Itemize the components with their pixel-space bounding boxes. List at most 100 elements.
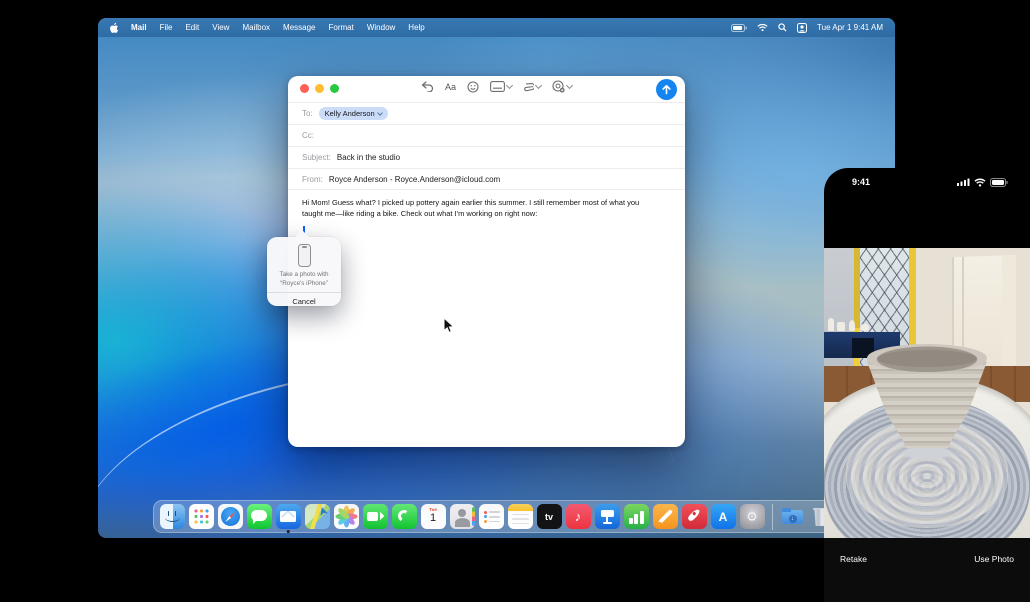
subject-value: Back in the studio: [337, 153, 400, 162]
menu-bar: Mail File Edit View Mailbox Message Form…: [98, 18, 895, 37]
music-note-glyph: ♪: [575, 510, 582, 523]
cc-label: Cc:: [302, 131, 314, 140]
chevron-down-icon: [535, 82, 542, 89]
dock-finder-icon[interactable]: [160, 504, 185, 529]
user-switch-icon[interactable]: [797, 23, 807, 33]
iphone-status-bar: 9:41: [824, 177, 1030, 187]
message-body[interactable]: Hi Mom! Guess what? I picked up pottery …: [288, 190, 673, 235]
menu-item-window[interactable]: Window: [367, 23, 395, 32]
dock-pages-icon[interactable]: [653, 504, 678, 529]
chevron-down-icon: [566, 82, 573, 89]
close-button[interactable]: [300, 84, 309, 93]
send-button[interactable]: [656, 79, 677, 100]
menu-status-icons: Tue Apr 1 9:41 AM: [731, 23, 883, 33]
menu-item-message[interactable]: Message: [283, 23, 315, 32]
dock-reminders-icon[interactable]: [479, 504, 504, 529]
emoji-button[interactable]: [467, 81, 479, 93]
popover-line2: “Royce's iPhone”: [267, 280, 341, 289]
to-field[interactable]: To: Kelly Anderson: [288, 102, 685, 124]
chevron-down-icon: [377, 110, 383, 116]
menu-item-format[interactable]: Format: [329, 23, 354, 32]
dock-contacts-icon[interactable]: [450, 504, 475, 529]
dock-facetime-icon[interactable]: [363, 504, 388, 529]
photo-clay-bowl: [867, 344, 987, 462]
screenshot-stage: Mail File Edit View Mailbox Message Form…: [0, 0, 1030, 602]
message-text: Hi Mom! Guess what? I picked up pottery …: [302, 198, 639, 218]
header-fields-button[interactable]: [490, 81, 512, 92]
to-label: To:: [302, 109, 313, 118]
iphone-clock: 9:41: [852, 177, 870, 187]
dock-settings-icon[interactable]: ⚙: [740, 504, 765, 529]
mac-display: Mail File Edit View Mailbox Message Form…: [98, 18, 895, 538]
dock-notes-icon[interactable]: [508, 504, 533, 529]
dock: Tue 1 tv ♪ A ⚙ ↓: [153, 500, 841, 533]
wifi-icon[interactable]: [757, 23, 768, 32]
retake-button[interactable]: Retake: [840, 554, 867, 564]
compose-toolbar: Aa: [288, 76, 685, 102]
dock-music-icon[interactable]: ♪: [566, 504, 591, 529]
dock-keynote-icon[interactable]: [595, 504, 620, 529]
undo-button[interactable]: [421, 81, 434, 92]
dock-tv-icon[interactable]: tv: [537, 504, 562, 529]
dock-calendar-icon[interactable]: Tue 1: [421, 504, 446, 529]
format-label: Aa: [445, 82, 456, 92]
minimize-button[interactable]: [315, 84, 324, 93]
popover-line1: Take a photo with: [267, 271, 341, 280]
recipient-name: Kelly Anderson: [325, 109, 375, 118]
dock-mail-icon[interactable]: [276, 504, 301, 529]
gear-icon: ⚙: [746, 510, 758, 523]
app-menus: Mail File Edit View Mailbox Message Form…: [131, 23, 425, 32]
from-field[interactable]: From: Royce Anderson - Royce.Anderson@ic…: [288, 168, 685, 190]
menu-item-view[interactable]: View: [212, 23, 229, 32]
dock-safari-icon[interactable]: [218, 504, 243, 529]
iphone-screen: 9:41 Retake: [824, 168, 1030, 602]
apple-menu-icon[interactable]: [110, 22, 121, 34]
camera-preview-photo: [824, 248, 1030, 538]
calendar-day: 1: [421, 513, 446, 524]
dock-phone-icon[interactable]: [392, 504, 417, 529]
camera-review-bar: Retake Use Photo: [824, 538, 1030, 602]
cancel-button[interactable]: Cancel: [267, 293, 341, 306]
continuity-camera-popover: Take a photo with “Royce's iPhone” Cance…: [267, 237, 341, 306]
format-button[interactable]: Aa: [445, 82, 456, 92]
insert-photo-button[interactable]: [552, 80, 572, 93]
download-arrow-icon: ↓: [789, 515, 797, 523]
tv-glyph: tv: [545, 512, 553, 522]
photo-wall: [824, 248, 858, 378]
dock-maps-icon[interactable]: [305, 504, 330, 529]
cellular-signal-icon: [957, 178, 970, 186]
chevron-down-icon: [506, 82, 513, 89]
use-photo-button[interactable]: Use Photo: [974, 554, 1014, 564]
photo-pot: [849, 320, 855, 331]
photo-pot: [837, 322, 845, 331]
menu-item-edit[interactable]: Edit: [185, 23, 199, 32]
menu-item-help[interactable]: Help: [408, 23, 424, 32]
photo-pot: [828, 318, 834, 331]
search-icon[interactable]: [778, 23, 787, 32]
mouse-cursor: [443, 317, 455, 334]
dock-divider: [772, 504, 773, 530]
zoom-button[interactable]: [330, 84, 339, 93]
menu-item-mailbox[interactable]: Mailbox: [242, 23, 270, 32]
iphone-icon: [298, 244, 311, 267]
battery-icon: [990, 178, 1008, 187]
from-value: Royce Anderson - Royce.Anderson@icloud.c…: [329, 175, 500, 184]
dock-downloads-icon[interactable]: ↓: [780, 504, 805, 529]
dock-messages-icon[interactable]: [247, 504, 272, 529]
mail-compose-window: Aa: [288, 76, 685, 447]
dock-numbers-icon[interactable]: [624, 504, 649, 529]
dock-appstore-icon[interactable]: A: [711, 504, 736, 529]
subject-field[interactable]: Subject: Back in the studio: [288, 146, 685, 168]
attach-button[interactable]: [523, 81, 541, 93]
photo-pot: [860, 324, 869, 331]
recipient-token[interactable]: Kelly Anderson: [319, 107, 388, 120]
menu-item-file[interactable]: File: [160, 23, 173, 32]
dock-launchpad-icon[interactable]: [189, 504, 214, 529]
from-label: From:: [302, 175, 323, 184]
dock-rocket-icon[interactable]: [682, 504, 707, 529]
battery-icon[interactable]: [731, 24, 747, 32]
menu-item-mail[interactable]: Mail: [131, 23, 147, 32]
dock-photos-icon[interactable]: [334, 504, 359, 529]
cc-field[interactable]: Cc:: [288, 124, 685, 146]
menu-clock[interactable]: Tue Apr 1 9:41 AM: [817, 23, 883, 32]
